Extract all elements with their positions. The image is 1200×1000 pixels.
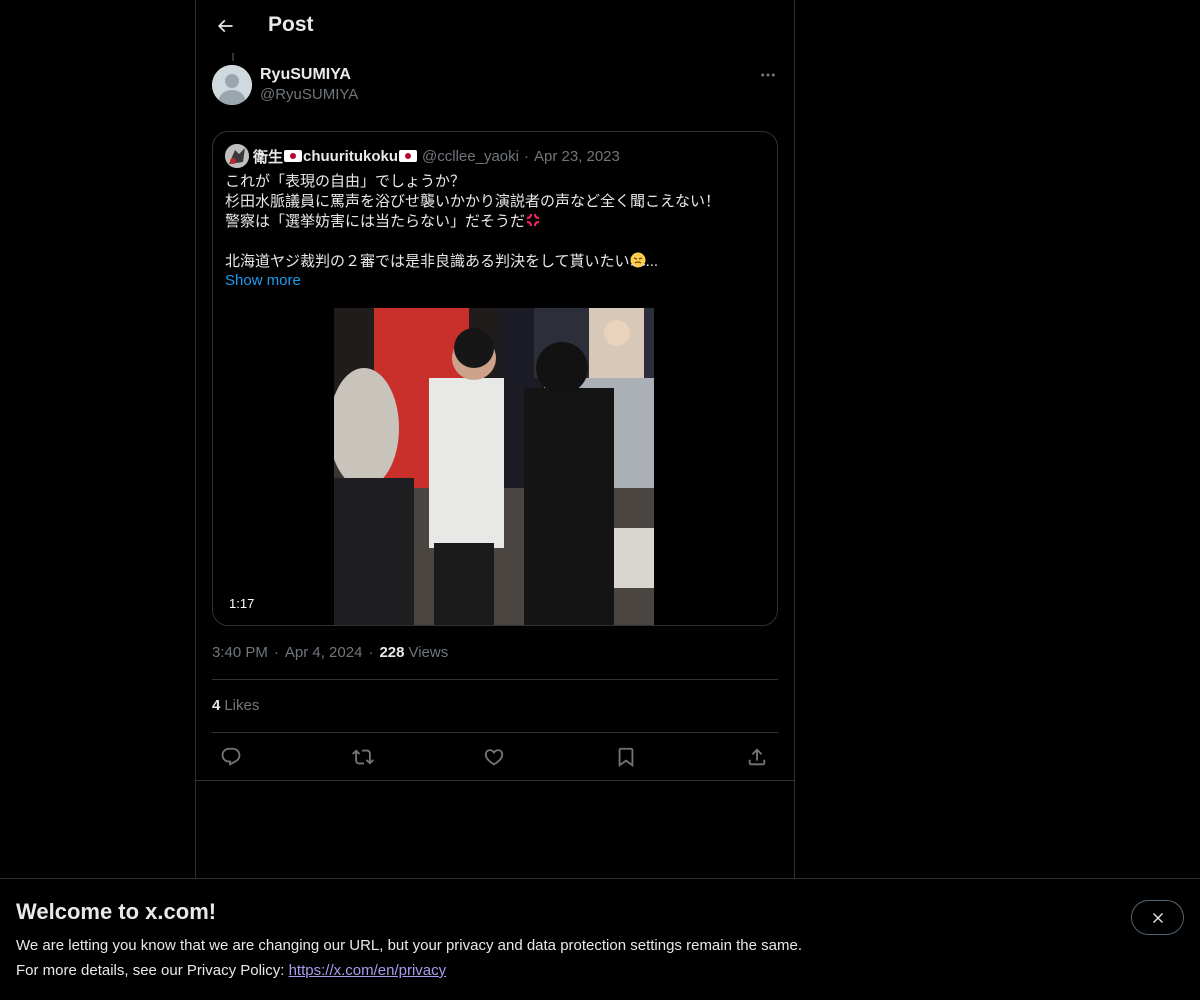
- separator-dot: ·: [523, 147, 529, 165]
- author-name[interactable]: RyuSUMIYA: [260, 66, 351, 84]
- quoted-author-handle: @ccllee_yaoki: [422, 147, 519, 165]
- repost-button[interactable]: [348, 742, 378, 772]
- author-handle[interactable]: @RyuSUMIYA: [260, 86, 358, 103]
- quoted-date: Apr 23, 2023: [533, 147, 620, 165]
- quoted-name-part2: chuuritukoku: [303, 147, 399, 165]
- banner-privacy-prefix: For more details, see our Privacy Policy…: [16, 962, 289, 979]
- action-bar: [212, 733, 778, 780]
- privacy-policy-link[interactable]: https://x.com/en/privacy: [289, 962, 447, 979]
- banner-title: Welcome to x.com!: [16, 899, 217, 924]
- quoted-author-name: 衛生 chuuritukoku: [253, 146, 418, 167]
- quoted-name-part1: 衛生: [253, 148, 284, 166]
- reply-button[interactable]: [216, 742, 246, 772]
- share-icon: [748, 747, 766, 765]
- likes-label: Likes: [224, 697, 260, 714]
- welcome-banner: Welcome to x.com! We are letting you kno…: [0, 878, 1200, 1000]
- separator-dot: ·: [273, 644, 279, 661]
- quoted-post-header: 衛生 chuuritukoku @ccllee_yaoki · Apr 23, …: [225, 144, 620, 168]
- back-button[interactable]: [208, 9, 242, 43]
- back-arrow-icon: [217, 19, 233, 33]
- likes-stat[interactable]: 4 Likes: [212, 697, 259, 714]
- views-count: 228: [379, 644, 405, 661]
- quoted-line-4: 北海道ヤジ裁判の２審では是非良識ある判決をして貰いたい...: [225, 252, 765, 272]
- japan-flag-icon: [284, 150, 303, 162]
- quoted-line-2: 杉田水脈議員に罵声を浴びせ襲いかかり演説者の声など全く聞こえない！: [225, 193, 721, 210]
- quoted-text: これが「表現の自由」でしょうか？ 杉田水脈議員に罵声を浴びせ襲いかかり演説者の声…: [225, 172, 765, 272]
- more-dots-icon: [761, 73, 775, 77]
- post-date[interactable]: Apr 4, 2024: [285, 644, 363, 661]
- bookmark-icon: [618, 747, 633, 767]
- divider: [196, 780, 794, 781]
- thread-connector: [232, 53, 234, 61]
- post-author: RyuSUMIYA @RyuSUMIYA: [212, 64, 778, 108]
- avatar[interactable]: [212, 65, 252, 105]
- post-time[interactable]: 3:40 PM: [212, 644, 268, 661]
- separator-dot: ·: [368, 644, 374, 661]
- default-avatar-icon: [212, 65, 252, 105]
- show-more-link[interactable]: Show more: [225, 272, 301, 289]
- quoted-post[interactable]: 衛生 chuuritukoku @ccllee_yaoki · Apr 23, …: [212, 131, 778, 626]
- banner-privacy-line: For more details, see our Privacy Policy…: [16, 962, 446, 979]
- more-options-button[interactable]: [758, 64, 778, 86]
- video-thumbnail[interactable]: [334, 308, 654, 625]
- post-meta: 3:40 PM · Apr 4, 2024 · 228 Views: [212, 644, 448, 661]
- repost-icon: [351, 749, 374, 764]
- anger-symbol-icon: [526, 213, 540, 227]
- page-header: Post: [196, 0, 794, 53]
- japan-flag-icon: [399, 150, 418, 162]
- page-title: Post: [268, 13, 314, 36]
- banner-message: We are letting you know that we are chan…: [16, 937, 802, 954]
- views-label: Views: [408, 644, 449, 661]
- quoted-line-3-text: 警察は「選挙妨害には当たらない」だそうだ: [225, 213, 526, 230]
- likes-count: 4: [212, 697, 221, 714]
- share-button[interactable]: [742, 742, 772, 772]
- quoted-line-4-text: 北海道ヤジ裁判の２審では是非良識ある判決をして貰いたい: [225, 253, 630, 270]
- close-banner-button[interactable]: [1131, 900, 1184, 935]
- quoted-avatar: [225, 144, 249, 168]
- quoted-line-3: 警察は「選挙妨害には当たらない」だそうだ: [225, 212, 765, 232]
- main-column: Post RyuSUMIYA @RyuSUMIYA 衛生 chuuritukok…: [195, 0, 795, 878]
- like-button[interactable]: [479, 742, 509, 772]
- divider: [212, 679, 778, 680]
- video-player[interactable]: 1:17: [213, 308, 777, 625]
- video-duration: 1:17: [225, 595, 259, 612]
- reply-icon: [221, 747, 241, 766]
- steaming-face-icon: [630, 252, 646, 268]
- ellipsis: ...: [645, 253, 659, 270]
- quoted-line-1: これが「表現の自由」でしょうか？: [225, 173, 466, 190]
- heart-icon: [484, 748, 504, 765]
- bookmark-button[interactable]: [611, 742, 641, 772]
- close-icon: [1152, 912, 1163, 923]
